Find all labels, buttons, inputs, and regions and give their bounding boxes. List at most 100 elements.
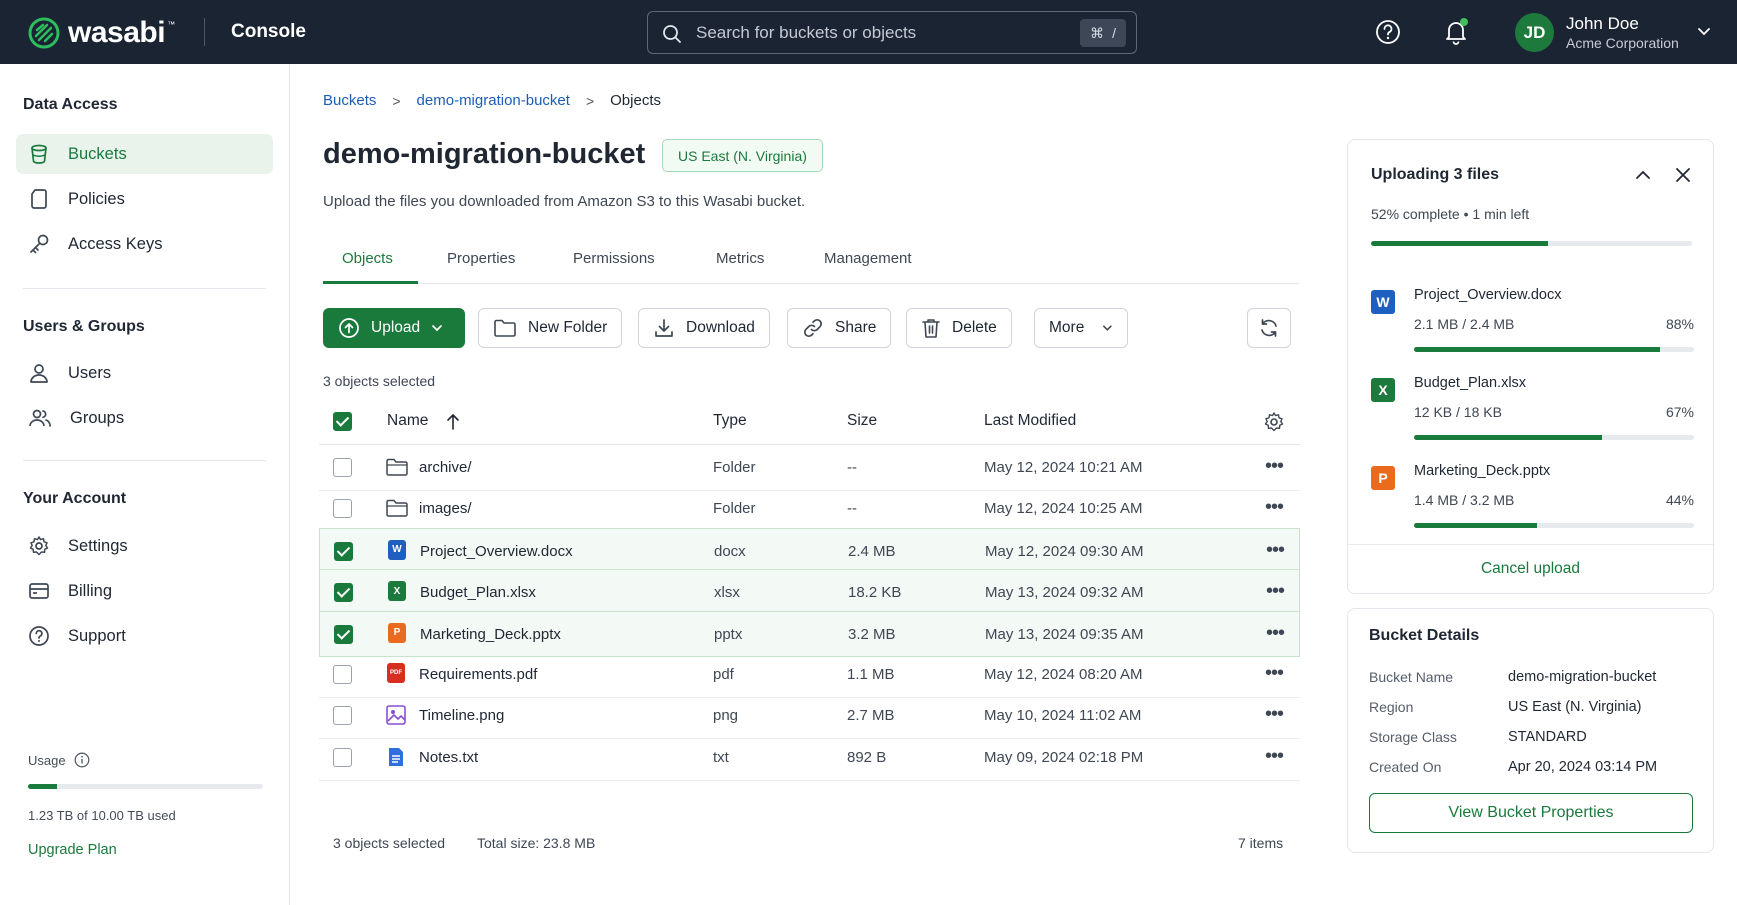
cell-name[interactable]: Requirements.pdf (419, 666, 537, 683)
chevron-down-icon (1103, 325, 1112, 331)
table-row[interactable]: archive/Folder -- May 12, 2024 10:21 AM ••• (319, 445, 1300, 491)
sidebar-item-label: Policies (68, 189, 125, 208)
sidebar-item-settings[interactable]: Settings (16, 526, 273, 566)
row-checkbox[interactable] (334, 624, 353, 644)
table-row[interactable]: X Budget_Plan.xlsx xlsx 18.2 KB May 13, 2024… (319, 569, 1300, 616)
info-icon[interactable] (74, 752, 90, 768)
share-button[interactable]: Share (787, 308, 892, 348)
tab-metrics[interactable]: Metrics (716, 250, 764, 267)
file-type-icon: X (1371, 378, 1395, 402)
breadcrumb-buckets[interactable]: Buckets (323, 92, 376, 109)
cell-name[interactable]: Marketing_Deck.pptx (420, 626, 561, 643)
more-button[interactable]: More (1034, 308, 1128, 348)
sort-arrow-up-icon[interactable] (446, 413, 460, 431)
breadcrumb-separator: > (392, 92, 401, 109)
upload-icon (339, 318, 359, 338)
sidebar-item-buckets[interactable]: Buckets (16, 134, 273, 174)
row-actions-menu[interactable]: ••• (1265, 703, 1284, 726)
download-icon (655, 319, 673, 337)
link-icon (803, 318, 823, 338)
search-input[interactable] (696, 22, 1026, 44)
row-actions-menu[interactable]: ••• (1266, 622, 1285, 645)
download-button[interactable]: Download (638, 308, 770, 348)
wasabi-logo[interactable]: wasabi ™ (28, 16, 175, 50)
help-button[interactable] (1374, 18, 1402, 46)
detail-value-bucket-name: demo-migration-bucket (1508, 669, 1657, 685)
detail-key-created-on: Created On (1369, 759, 1442, 775)
tab-permissions[interactable]: Permissions (573, 250, 655, 267)
view-bucket-properties-button[interactable]: View Bucket Properties (1369, 793, 1693, 833)
cell-name[interactable]: Project_Overview.docx (420, 543, 573, 560)
row-actions-menu[interactable]: ••• (1265, 496, 1284, 519)
row-checkbox[interactable] (333, 458, 352, 477)
notifications-button[interactable] (1442, 18, 1470, 46)
upgrade-plan-link[interactable]: Upgrade Plan (28, 842, 117, 858)
close-icon[interactable] (1675, 167, 1691, 183)
usage-text: 1.23 TB of 10.00 TB used (28, 808, 176, 823)
search-box[interactable]: ⌘ / (647, 11, 1137, 54)
row-checkbox[interactable] (334, 583, 353, 603)
upload-button[interactable]: Upload (323, 308, 465, 348)
table-row[interactable]: P Marketing_Deck.pptx pptx 3.2 MB May 13, 20… (319, 610, 1300, 657)
sidebar-item-billing[interactable]: Billing (16, 571, 273, 611)
upload-file-percent: 67% (1665, 404, 1694, 420)
tab-objects[interactable]: Objects (342, 250, 393, 267)
sidebar-item-support[interactable]: Support (16, 616, 273, 656)
cell-name[interactable]: archive/ (419, 459, 472, 476)
row-checkbox[interactable] (333, 499, 352, 519)
cell-name[interactable]: Budget_Plan.xlsx (420, 584, 536, 601)
column-header-type[interactable]: Type (713, 412, 747, 430)
breadcrumb-bucket[interactable]: demo-migration-bucket (417, 92, 570, 109)
table-row[interactable]: Timeline.png png 2.7 MB May 10, 2024 11:02 … (319, 693, 1300, 740)
upload-file-percent: 44% (1665, 492, 1694, 508)
row-actions-menu[interactable]: ••• (1265, 455, 1284, 478)
sidebar-item-policies[interactable]: Policies (16, 179, 273, 219)
row-actions-menu[interactable]: ••• (1266, 539, 1285, 562)
sidebar-item-groups[interactable]: Groups (16, 398, 273, 438)
column-header-name[interactable]: Name (387, 412, 428, 430)
new-folder-button[interactable]: New Folder (478, 308, 623, 348)
table-row[interactable]: W Project_Overview.docx docx 2.4 MB May 12, … (319, 527, 1300, 574)
section-title-users-groups: Users & Groups (23, 318, 145, 335)
chevron-down-icon[interactable] (1697, 24, 1711, 38)
tab-properties[interactable]: Properties (447, 250, 515, 267)
usage-progress-bar (28, 784, 263, 789)
row-checkbox[interactable] (333, 747, 352, 767)
row-checkbox[interactable] (334, 541, 353, 561)
detail-key-bucket-name: Bucket Name (1369, 669, 1454, 685)
gear-icon[interactable] (1263, 411, 1285, 433)
table-row[interactable]: images/Folder -- May 12, 2024 10:25 AM ••• (319, 486, 1300, 533)
column-header-last-modified[interactable]: Last Modified (984, 412, 1076, 430)
delete-button[interactable]: Delete (906, 308, 1012, 348)
refresh-icon (1261, 319, 1277, 337)
table-row[interactable]: Notes.txt txt 892 B May 09, 2024 02:18 PM ••… (319, 735, 1300, 781)
console-label[interactable]: Console (231, 21, 306, 43)
chevron-up-icon[interactable] (1635, 168, 1651, 182)
row-checkbox[interactable] (333, 706, 352, 726)
sidebar-item-access-keys[interactable]: Access Keys (16, 224, 273, 264)
row-actions-menu[interactable]: ••• (1265, 662, 1284, 685)
section-title-data-access: Data Access (23, 96, 118, 113)
table-row[interactable]: PDF Requirements.pdf pdf 1.1 MB May 12, 2024… (319, 652, 1300, 698)
sidebar-item-users[interactable]: Users (16, 353, 273, 393)
avatar[interactable]: JD (1515, 13, 1554, 52)
cell-last-modified: May 12, 2024 08:20 AM (984, 666, 1143, 683)
select-all-checkbox[interactable] (333, 412, 352, 431)
cell-name[interactable]: images/ (419, 500, 472, 517)
cell-name[interactable]: Notes.txt (419, 749, 478, 766)
row-actions-menu[interactable]: ••• (1266, 580, 1285, 603)
cell-type: pptx (714, 625, 743, 643)
file-type-icon (385, 704, 407, 726)
notification-dot (1460, 18, 1468, 26)
tab-management[interactable]: Management (824, 250, 912, 267)
row-checkbox[interactable] (333, 665, 352, 684)
refresh-button[interactable] (1247, 308, 1291, 348)
cancel-upload-button[interactable]: Cancel upload (1348, 560, 1713, 578)
cell-last-modified: May 12, 2024 10:21 AM (984, 459, 1143, 476)
wasabi-logo-icon (28, 17, 60, 49)
row-actions-menu[interactable]: ••• (1265, 745, 1284, 768)
column-header-size[interactable]: Size (847, 412, 877, 430)
cell-last-modified: May 10, 2024 11:02 AM (984, 707, 1142, 725)
cell-name[interactable]: Timeline.png (419, 707, 504, 724)
user-name[interactable]: John Doe (1566, 14, 1639, 34)
